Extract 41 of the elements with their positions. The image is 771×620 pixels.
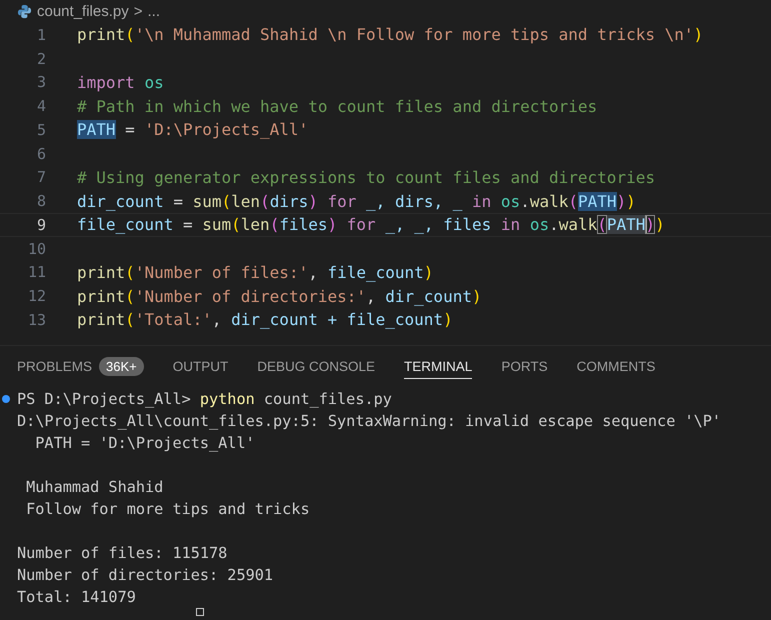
line-number: 13 [26,310,46,329]
code-line: dir_count = sum(len(dirs) for _, dirs, _ in os.walk(PATH)) [77,192,636,211]
code-line: import os [77,72,164,92]
line-number: 7 [36,168,46,186]
code-line: print('Number of directories:', dir_count) [77,286,482,306]
code-line: file_count = sum(len(files) for _, _, files in os.walk(PATH)) [77,215,665,234]
panel-tab[interactable]: PORTS [501,355,548,379]
count-badge: 36K+ [99,357,144,376]
breadcrumb-file[interactable]: count_files.py [37,2,129,20]
line-number: 8 [36,192,46,210]
breadcrumb-separator: > [134,2,142,20]
line-number: 12 [26,287,46,306]
terminal-line: Total: 141079 [17,588,136,606]
terminal-line: Number of directories: 25901 [17,566,274,584]
terminal-line: PS D:\Projects_All> python count_files.py [17,390,392,408]
panel-tab[interactable]: OUTPUT [172,355,228,379]
line-number: 6 [36,144,46,163]
panel-tab[interactable]: PROBLEMS 36K+ [17,353,144,381]
code-line: print('Total:', dir_count + file_count) [77,310,453,330]
code-line: # Path in which we have to count files and directories [77,96,598,116]
panel-tab[interactable]: COMMENTS [576,355,656,379]
panel-tab[interactable]: DEBUG CONSOLE [257,355,376,379]
breadcrumb-more[interactable]: ... [148,2,160,20]
line-number: 10 [26,240,46,258]
code-line: print('\n Muhammad Shahid \n Follow for more tips and tricks \n') [77,25,704,44]
terminal-line: PATH = 'D:\Projects_All' [34,434,255,452]
terminal-line: D:\Projects_All\count_files.py:5: SyntaxWarning: invalid escape sequence '\P' [17,412,722,430]
terminal-line: Muhammad Shahid [25,478,164,496]
line-number: 1 [36,26,46,44]
line-number: 3 [36,73,46,92]
line-number: 11 [26,263,46,282]
line-number: 9 [36,216,46,234]
panel-tab[interactable]: TERMINAL [404,355,472,379]
line-number: 4 [36,97,46,116]
code-line: # Using generator expressions to count files and directories [77,168,655,187]
terminal-line: Number of files: 115178 [17,544,228,562]
code-line: print('Number of files:', file_count) [77,262,434,282]
code-line: PATH = 'D:\Projects_All' [77,120,308,140]
line-number: 5 [36,120,46,139]
line-number: 2 [36,50,46,68]
terminal-line: Follow for more tips and tricks [25,500,310,518]
